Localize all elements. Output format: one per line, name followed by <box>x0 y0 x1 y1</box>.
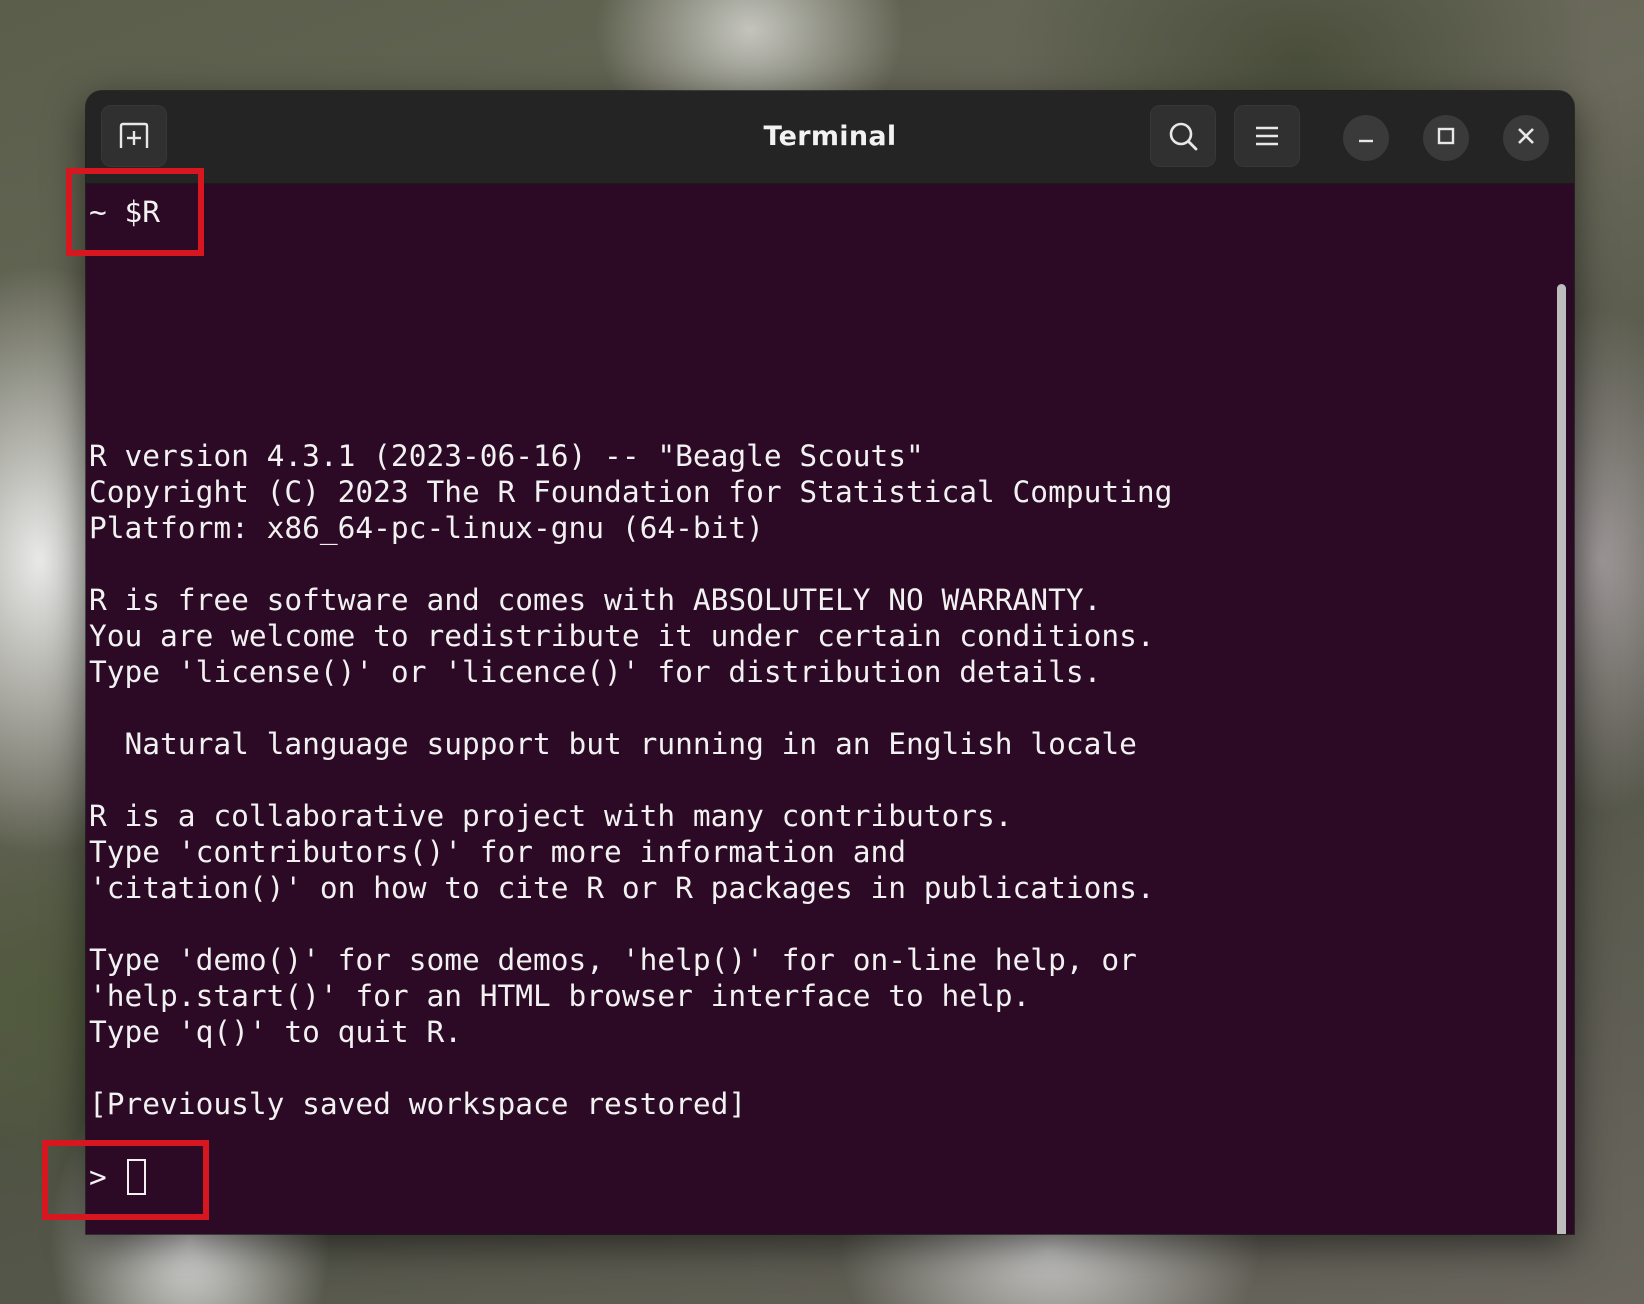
terminal-line: Type 'license()' or 'licence()' for dist… <box>89 655 1102 689</box>
minimize-icon <box>1357 127 1375 149</box>
new-tab-button[interactable] <box>101 105 167 167</box>
terminal-line: Type 'contributors()' for more informati… <box>89 835 906 869</box>
terminal-line: R is a collaborative project with many c… <box>89 799 1013 833</box>
search-icon <box>1167 120 1199 152</box>
minimize-button[interactable] <box>1343 115 1389 161</box>
terminal-output[interactable]: ~ $R R version 4.3.1 (2023-06-16) -- "Be… <box>86 184 1574 1234</box>
search-button[interactable] <box>1150 105 1216 167</box>
close-icon <box>1517 127 1535 149</box>
terminal-line: Natural language support but running in … <box>89 727 1137 761</box>
close-button[interactable] <box>1503 115 1549 161</box>
terminal-line: 'citation()' on how to cite R or R packa… <box>89 871 1155 905</box>
new-tab-icon <box>118 122 150 150</box>
maximize-button[interactable] <box>1423 115 1469 161</box>
terminal-line: Type 'q()' to quit R. <box>89 1015 462 1049</box>
scrollbar[interactable] <box>1557 284 1566 1234</box>
highlight-box-prompt <box>42 1140 209 1220</box>
terminal-line: Platform: x86_64-pc-linux-gnu (64-bit) <box>89 511 764 545</box>
highlight-box-command <box>66 168 204 256</box>
hamburger-menu-icon <box>1254 125 1280 147</box>
terminal-line: Copyright (C) 2023 The R Foundation for … <box>89 475 1173 509</box>
terminal-line: 'help.start()' for an HTML browser inter… <box>89 979 1031 1013</box>
terminal-line: Type 'demo()' for some demos, 'help()' f… <box>89 943 1137 977</box>
menu-button[interactable] <box>1234 105 1300 167</box>
terminal-line: You are welcome to redistribute it under… <box>89 619 1155 653</box>
titlebar: Terminal <box>86 91 1574 184</box>
terminal-window: Terminal ~ $R R version 4.3.1 (2023-06-1… <box>86 91 1574 1234</box>
terminal-line: R is free software and comes with ABSOLU… <box>89 583 1102 617</box>
terminal-line: [Previously saved workspace restored] <box>89 1087 747 1121</box>
maximize-icon <box>1437 127 1455 149</box>
terminal-line: R version 4.3.1 (2023-06-16) -- "Beagle … <box>89 439 924 473</box>
